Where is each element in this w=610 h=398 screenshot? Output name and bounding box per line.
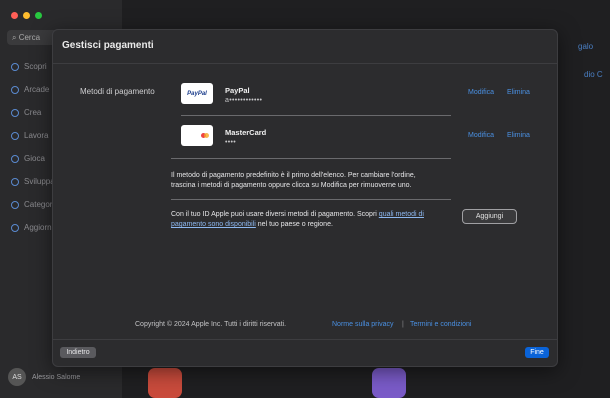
- edit-mastercard-link[interactable]: Modifica: [468, 132, 494, 139]
- payment-method-row: PayPal PayPal a••••••••••••: [181, 80, 451, 116]
- close-window-button[interactable]: [11, 12, 18, 19]
- sheet-header: Gestisci pagamenti: [53, 30, 557, 64]
- app-icon[interactable]: [148, 368, 182, 398]
- payment-method-row: MasterCard ••••: [181, 122, 451, 158]
- user-name: Alessio Salome: [32, 373, 81, 381]
- hammer-icon: [11, 177, 19, 186]
- sidebar-item-label: Scopri: [24, 62, 47, 71]
- payment-method-detail: a••••••••••••: [225, 97, 263, 104]
- sheet-footer: Indietro Fine: [53, 339, 557, 366]
- zoom-window-button[interactable]: [35, 12, 42, 19]
- paperplane-icon: [11, 131, 19, 140]
- payment-method-detail: ••••: [225, 139, 237, 146]
- brush-icon: [11, 108, 19, 117]
- arcade-icon: [11, 85, 19, 94]
- user-account[interactable]: AS Alessio Salome: [8, 368, 80, 386]
- paypal-logo: PayPal: [181, 83, 213, 104]
- add-payment-button[interactable]: Aggiungi: [462, 209, 517, 224]
- sheet-title: Gestisci pagamenti: [62, 40, 154, 51]
- copyright-text: Copyright © 2024 Apple Inc. Tutti i diri…: [135, 321, 287, 328]
- sidebar-item-label: Lavora: [24, 131, 49, 140]
- payment-method-name: PayPal: [225, 86, 250, 95]
- search-placeholder: Cerca: [18, 33, 41, 42]
- divider: [181, 115, 451, 116]
- payment-method-name: MasterCard: [225, 128, 267, 137]
- app-icon[interactable]: [372, 368, 406, 398]
- divider: [171, 199, 451, 200]
- divider: [171, 158, 451, 159]
- add-method-info: Con il tuo ID Apple puoi usare diversi m…: [171, 211, 424, 228]
- done-button[interactable]: Fine: [525, 347, 549, 358]
- background-link[interactable]: dio C: [584, 70, 603, 79]
- back-button[interactable]: Indietro: [60, 347, 96, 358]
- sidebar-item-label: Sviluppa: [24, 177, 55, 186]
- rocket-icon: [11, 154, 19, 163]
- minimize-window-button[interactable]: [23, 12, 30, 19]
- sidebar-item-label: Gioca: [24, 154, 45, 163]
- mastercard-logo: [181, 125, 213, 146]
- remove-mastercard-link[interactable]: Elimina: [507, 132, 530, 139]
- star-icon: [11, 62, 19, 71]
- footer-separator: |: [402, 321, 404, 328]
- manage-payments-sheet: Gestisci pagamenti Metodi di pagamento P…: [52, 29, 558, 367]
- payment-methods-label: Metodi di pagamento: [80, 87, 155, 96]
- sidebar-item-label: Crea: [24, 108, 42, 117]
- privacy-link[interactable]: Norme sulla privacy: [332, 321, 393, 328]
- default-method-info: Il metodo di pagamento predefinito è il …: [171, 172, 416, 189]
- download-icon: [11, 223, 19, 232]
- edit-paypal-link[interactable]: Modifica: [468, 89, 494, 96]
- grid-icon: [11, 200, 19, 209]
- avatar: AS: [8, 368, 26, 386]
- sidebar-item-label: Arcade: [24, 85, 50, 94]
- app-window: ⌕ Cerca Scopri Arcade Crea Lavora Gioca …: [0, 0, 610, 398]
- terms-link[interactable]: Termini e condizioni: [410, 321, 471, 328]
- window-controls: [11, 12, 42, 19]
- background-link[interactable]: galo: [578, 42, 593, 51]
- remove-paypal-link[interactable]: Elimina: [507, 89, 530, 96]
